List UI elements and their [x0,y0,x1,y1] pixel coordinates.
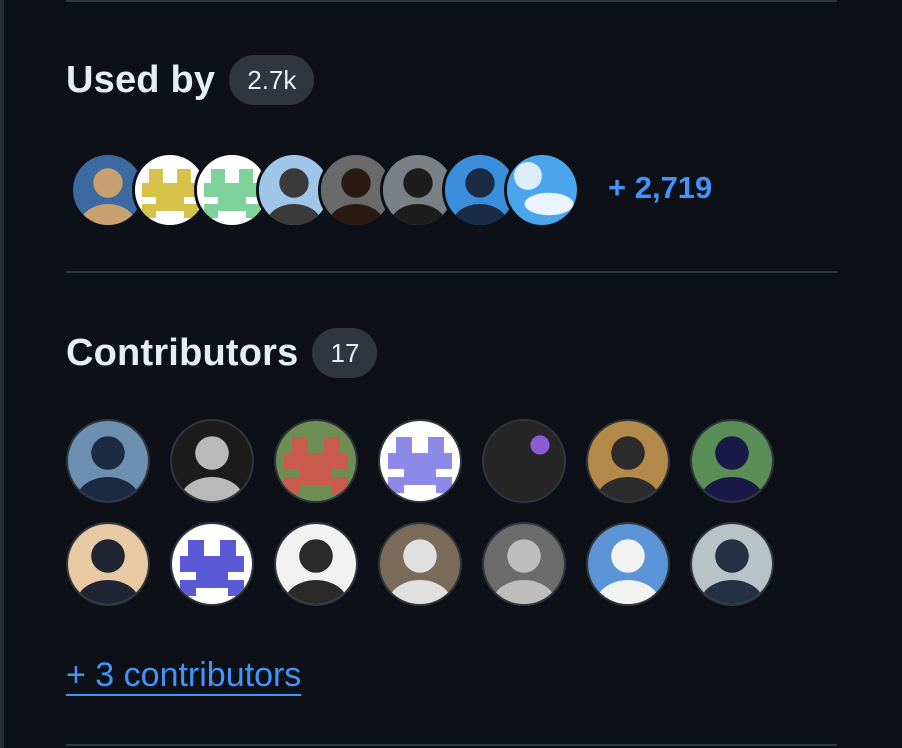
contributor-avatar-8[interactable] [66,522,150,606]
section-divider [66,271,837,273]
used-by-count-badge: 2.7k [229,55,315,105]
panel-left-border [0,0,4,748]
used-by-title[interactable]: Used by [66,61,215,99]
contributor-avatar-4[interactable] [378,419,462,503]
user-avatar-8[interactable] [504,152,580,228]
used-by-avatar-row[interactable] [70,152,630,228]
contributor-avatar-1[interactable] [66,419,150,503]
contributors-count-badge: 17 [312,328,378,378]
contributor-avatar-11[interactable] [378,522,462,606]
contributors-title[interactable]: Contributors [66,334,298,372]
contributor-avatar-7[interactable] [690,419,774,503]
contributor-avatar-10[interactable] [274,522,358,606]
contributors-avatar-grid [66,419,774,606]
bottom-divider [66,744,837,746]
contributor-avatar-6[interactable] [586,419,670,503]
repository-sidebar-panel: Used by 2.7k + 2,719 Contributors 17 + 3… [0,0,902,748]
contributor-avatar-14[interactable] [690,522,774,606]
more-contributors-link[interactable]: + 3 contributors [66,656,301,695]
used-by-more-link[interactable]: + 2,719 [608,170,712,206]
contributor-avatar-3[interactable] [274,419,358,503]
top-divider [66,0,837,2]
contributor-avatar-13[interactable] [586,522,670,606]
contributor-avatar-5[interactable] [482,419,566,503]
contributor-avatar-12[interactable] [482,522,566,606]
contributor-avatar-9[interactable] [170,522,254,606]
contributors-header: Contributors 17 [66,328,378,378]
used-by-header: Used by 2.7k [66,55,315,105]
contributor-avatar-2[interactable] [170,419,254,503]
